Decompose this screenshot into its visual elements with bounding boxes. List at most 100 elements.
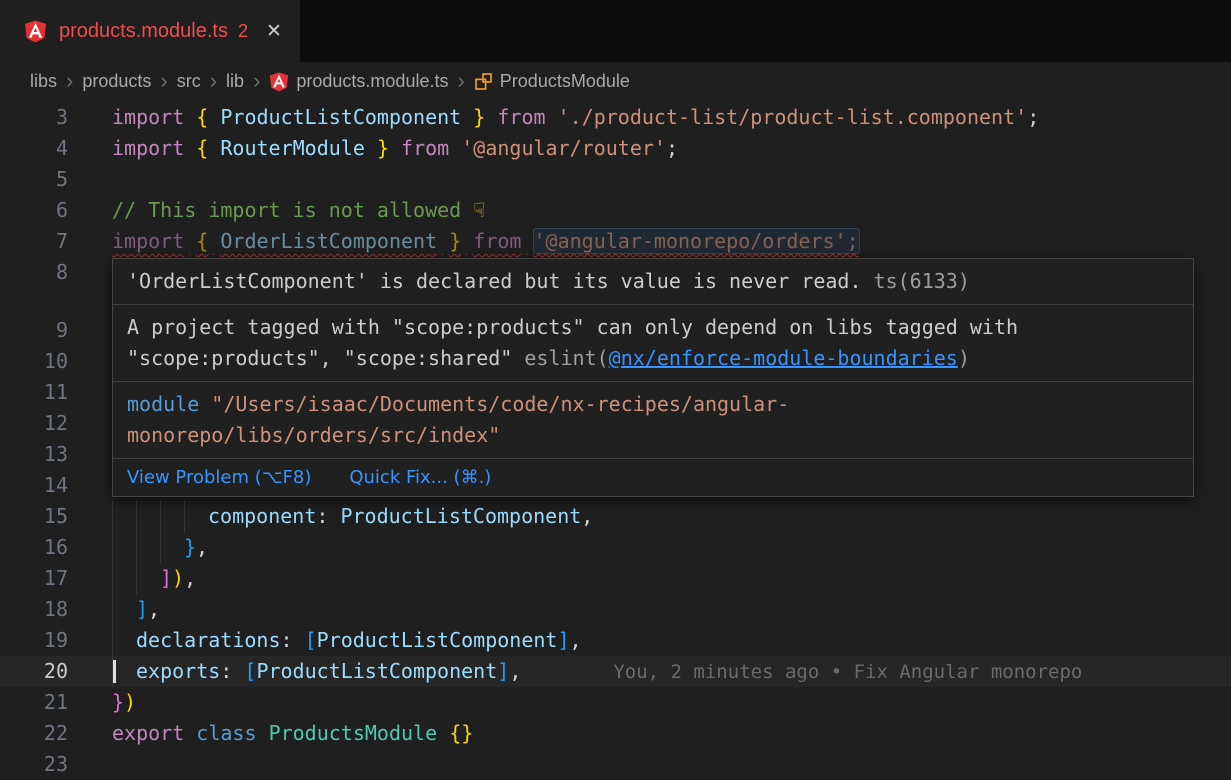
- code-token: RouterModule: [220, 136, 365, 160]
- code-token: :: [316, 504, 340, 528]
- line-number: 20: [0, 656, 68, 687]
- code-token: component: [208, 504, 316, 528]
- code-token: ,: [581, 504, 593, 528]
- breadcrumb-item-libs[interactable]: libs: [30, 71, 57, 92]
- code-line-19[interactable]: 19declarations: [ProductListComponent],: [0, 625, 1231, 656]
- code-text: import { OrderListComponent } from '@ang…: [112, 226, 859, 257]
- code-token: }: [184, 535, 196, 559]
- code-token: import: [112, 136, 184, 160]
- code-token: from: [473, 229, 521, 253]
- line-number: 11: [0, 377, 68, 408]
- breadcrumb-item-ProductsModule[interactable]: ProductsModule: [474, 71, 630, 92]
- code-line-23[interactable]: 23: [0, 749, 1231, 780]
- chevron-right-icon: ›: [57, 70, 82, 92]
- code-token: ]: [160, 566, 172, 590]
- line-number: 22: [0, 718, 68, 749]
- breadcrumb-label: ProductsModule: [500, 71, 630, 92]
- code-token: exports: [136, 659, 220, 683]
- breadcrumb-item-src[interactable]: src: [177, 71, 201, 92]
- code-text: export class ProductsModule {}: [112, 718, 473, 749]
- line-number: 14: [0, 470, 68, 501]
- code-line-17[interactable]: 17]),: [0, 563, 1231, 594]
- code-line-5[interactable]: 5: [0, 164, 1231, 195]
- code-token: [449, 136, 461, 160]
- tab-products-module[interactable]: products.module.ts 2 ✕: [0, 0, 300, 62]
- code-token: OrderListComponent: [220, 229, 437, 253]
- code-text: ]),: [112, 563, 196, 594]
- code-token: [208, 105, 220, 129]
- code-text: }): [112, 687, 136, 718]
- text-cursor: [113, 660, 116, 683]
- tab-bar: products.module.ts 2 ✕: [0, 0, 1231, 62]
- code-token: ,: [196, 535, 208, 559]
- code-line-21[interactable]: 21}): [0, 687, 1231, 718]
- breadcrumb-item-products[interactable]: products: [82, 71, 151, 92]
- code-token: [461, 229, 473, 253]
- code-token: ,: [148, 597, 160, 621]
- code-token: {: [196, 229, 208, 253]
- code-line-4[interactable]: 4import { RouterModule } from '@angular/…: [0, 133, 1231, 164]
- indent-guide: [112, 563, 113, 594]
- code-token: // This import is not allowed: [112, 198, 473, 222]
- git-blame-annotation: You, 2 minutes ago • Fix Angular monorep…: [613, 661, 1082, 683]
- hover-message: 'OrderListComponent' is declared but its…: [113, 259, 1193, 305]
- code-token: ): [172, 566, 184, 590]
- code-token: :: [281, 628, 305, 652]
- code-editor[interactable]: 3 import { ProductListComponent } from '.…: [0, 100, 1231, 780]
- code-token: ProductListComponent: [317, 628, 558, 652]
- code-line-18[interactable]: 18],: [0, 594, 1231, 625]
- problem-hover-popup: 'OrderListComponent' is declared but its…: [112, 258, 1194, 497]
- code-token: ;: [666, 136, 678, 160]
- code-token: [521, 229, 533, 253]
- code-line-15[interactable]: 15component: ProductListComponent,: [0, 501, 1231, 532]
- line-number: 3: [0, 102, 68, 133]
- code-token: import: [112, 105, 184, 129]
- code-token: declarations: [136, 628, 281, 652]
- code-token: }: [377, 136, 389, 160]
- line-number: 17: [0, 563, 68, 594]
- code-token: }: [112, 690, 124, 714]
- code-token: ]: [136, 597, 148, 621]
- hover-text: [199, 392, 211, 416]
- quick-fix-link[interactable]: Quick Fix... (⌘.): [349, 462, 491, 493]
- code-token: from: [497, 105, 545, 129]
- code-line-20[interactable]: 20exports: [ProductListComponent],You, 2…: [0, 656, 1231, 687]
- line-number: 23: [0, 749, 68, 780]
- indent-guide: [184, 501, 185, 532]
- code-line-6[interactable]: 6// This import is not allowed ☟: [0, 195, 1231, 226]
- code-line-16[interactable]: 16},: [0, 532, 1231, 563]
- hover-action-bar: View Problem (⌥F8) Quick Fix... (⌘.): [113, 459, 1193, 496]
- breadcrumb-item-lib[interactable]: lib: [226, 71, 244, 92]
- code-token: export: [112, 721, 184, 745]
- code-line-3[interactable]: 3import { ProductListComponent } from '.…: [0, 102, 1231, 133]
- hover-text: module: [127, 392, 199, 416]
- code-token: [: [305, 628, 317, 652]
- code-line-7[interactable]: 7import { OrderListComponent } from '@an…: [0, 226, 1231, 257]
- code-text: // This import is not allowed ☟: [112, 195, 485, 226]
- code-token: [389, 136, 401, 160]
- indent-guide: [112, 501, 113, 532]
- indent-guide: [112, 625, 113, 656]
- hover-text: "/Users/isaac/Documents/code/nx-recipes/…: [127, 392, 789, 447]
- hover-message: module "/Users/isaac/Documents/code/nx-r…: [113, 382, 1193, 459]
- code-token: ProductListComponent: [256, 659, 497, 683]
- view-problem-link[interactable]: View Problem (⌥F8): [127, 462, 311, 493]
- hover-text: 'OrderListComponent' is declared but its…: [127, 269, 862, 293]
- code-token: './product-list/product-list.component': [558, 105, 1028, 129]
- hover-text: ): [958, 346, 970, 370]
- hover-text: eslint(: [524, 346, 608, 370]
- code-token: [184, 105, 196, 129]
- line-number: 15: [0, 501, 68, 532]
- highlighted-token: '@angular-monorepo/orders';: [534, 229, 859, 253]
- breadcrumb-item-products.module.ts[interactable]: products.module.ts: [269, 71, 448, 92]
- tab-close-icon[interactable]: ✕: [266, 20, 282, 43]
- hover-message: A project tagged with "scope:products" c…: [113, 305, 1193, 382]
- code-token: {: [196, 136, 208, 160]
- chevron-right-icon: ›: [244, 70, 269, 92]
- indent-guide: [136, 501, 137, 532]
- nx-rule-link[interactable]: @nx/enforce-module-boundaries: [609, 346, 958, 370]
- tab-title: products.module.ts: [59, 20, 228, 43]
- code-token: {: [196, 105, 208, 129]
- code-line-22[interactable]: 22 export class ProductsModule {}: [0, 718, 1231, 749]
- indent-guide: [136, 532, 137, 563]
